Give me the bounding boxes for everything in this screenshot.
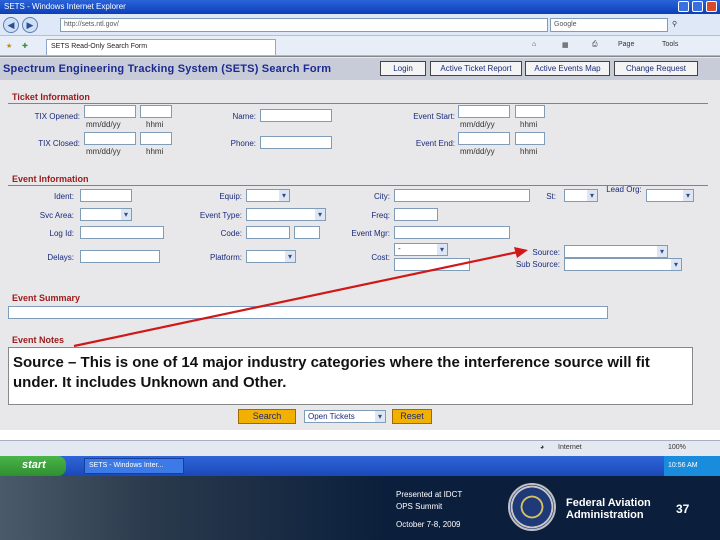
globe-icon: ◕ [540, 444, 545, 451]
reset-button[interactable]: Reset [392, 409, 432, 424]
ticket-filter-select[interactable]: Open Tickets [304, 410, 386, 423]
org-name-line-1: Federal Aviation [566, 497, 651, 509]
taskbar-item-ie[interactable]: SETS - Windows Inter... [84, 458, 184, 474]
browser-status-bar: ◕ Internet 100% [0, 440, 720, 456]
start-button[interactable]: start [0, 456, 66, 476]
org-name-line-2: Administration [566, 509, 644, 521]
search-button[interactable]: Search [238, 409, 296, 424]
presentation-date: October 7-8, 2009 [396, 520, 461, 529]
faa-seal-icon [508, 483, 556, 531]
slide-page-number: 37 [676, 502, 690, 516]
presented-line-2: OPS Summit [396, 502, 443, 511]
tray-clock: 10:56 AM [664, 456, 720, 476]
control-tower-photo [0, 476, 384, 540]
zoom-level[interactable]: 100% [668, 444, 686, 451]
presented-line-1: Presented at IDCT [396, 490, 463, 499]
security-zone: Internet [558, 444, 582, 451]
